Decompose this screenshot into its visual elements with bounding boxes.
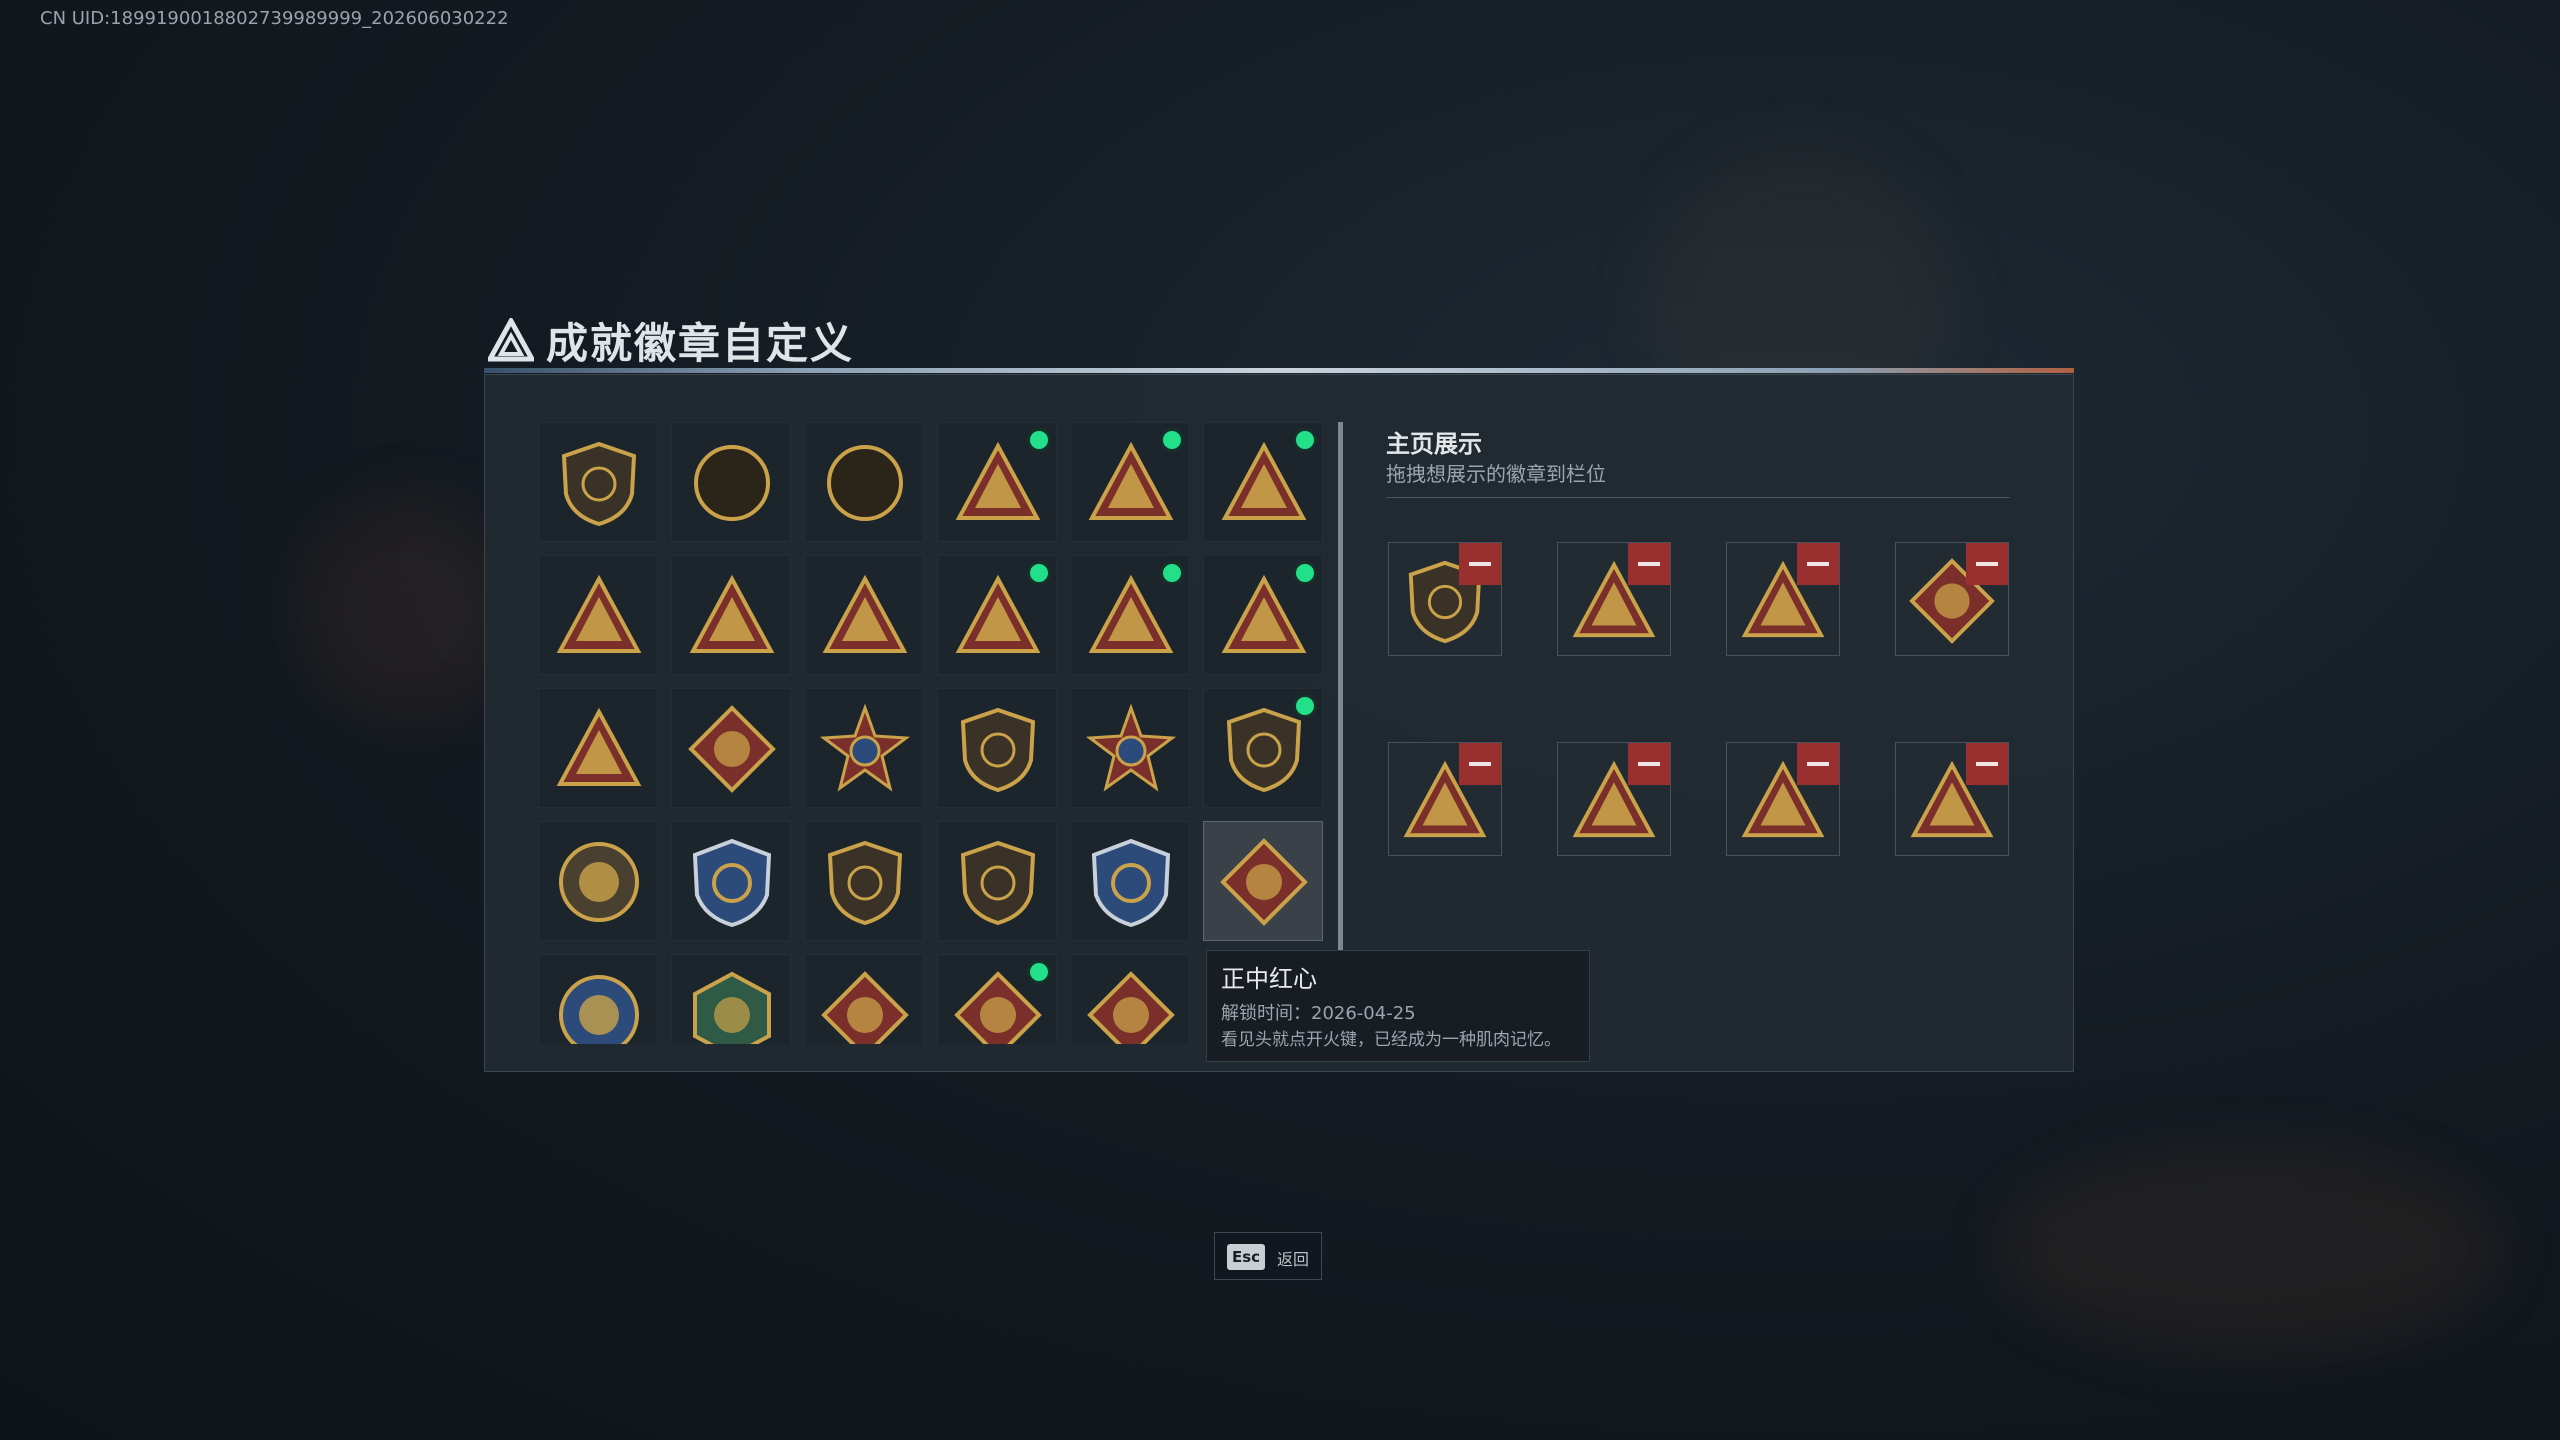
triangle-boat-badge-icon <box>689 574 775 653</box>
display-divider <box>1386 497 2010 498</box>
tooltip-badge-name: 正中红心 <box>1221 965 1317 993</box>
badge-cell[interactable] <box>804 688 924 808</box>
new-badge-dot <box>1163 431 1181 449</box>
display-slot[interactable] <box>1726 542 1840 656</box>
badge-cell[interactable] <box>937 821 1057 941</box>
shield-delta-badge-icon <box>561 441 637 527</box>
remove-badge-button[interactable] <box>1628 743 1670 785</box>
new-badge-dot <box>1296 697 1314 715</box>
tooltip-description: 看见头就点开火键，已经成为一种肌肉记忆。 <box>1221 1030 1561 1050</box>
display-title: 主页展示 <box>1386 430 1482 458</box>
remove-badge-button[interactable] <box>1797 743 1839 785</box>
badge-cell[interactable] <box>1203 422 1323 542</box>
new-badge-dot <box>1296 564 1314 582</box>
badge-cell[interactable] <box>937 954 1057 1044</box>
triangle-s7-badge-icon <box>1088 441 1174 520</box>
display-slot[interactable] <box>1895 742 2009 856</box>
remove-badge-button[interactable] <box>1966 543 2008 585</box>
badge-cell[interactable] <box>1070 555 1190 675</box>
badge-cell[interactable] <box>671 688 791 808</box>
badge-cell[interactable] <box>804 821 924 941</box>
stars-crest-badge-icon <box>1086 704 1176 792</box>
remove-badge-button[interactable] <box>1628 543 1670 585</box>
badge-cell[interactable] <box>937 555 1057 675</box>
shield-crossed-badge-icon <box>960 840 1036 926</box>
triangle-eagle-badge-icon <box>556 707 642 786</box>
triangle-number-one-badge-icon <box>822 574 908 653</box>
diamond-runner-badge-icon <box>1087 971 1175 1044</box>
badge-cell[interactable] <box>937 422 1057 542</box>
display-slot[interactable] <box>1388 742 1502 856</box>
display-slot[interactable] <box>1895 542 2009 656</box>
triangle-bag-badge-icon <box>955 574 1041 653</box>
display-slot[interactable] <box>1388 542 1502 656</box>
new-badge-dot <box>1296 431 1314 449</box>
new-badge-dot <box>1030 963 1048 981</box>
sword-wings-shield-badge-icon <box>827 445 903 521</box>
triangle-rocket-badge-icon <box>1221 574 1307 653</box>
badge-cell[interactable] <box>538 688 658 808</box>
badge-cell[interactable] <box>804 422 924 542</box>
badge-cell[interactable] <box>671 821 791 941</box>
badge-cell[interactable] <box>538 821 658 941</box>
remove-badge-button[interactable] <box>1966 743 2008 785</box>
circle-skull-badge-icon <box>559 842 639 922</box>
green-dragon-badge-icon <box>693 971 771 1044</box>
shield-flame-badge-icon <box>960 707 1036 793</box>
helicopter-shield-badge-icon <box>694 445 770 521</box>
badge-cell[interactable] <box>1070 422 1190 542</box>
triangle-tank-badge-icon <box>556 574 642 653</box>
background-glow <box>2000 1150 2500 1350</box>
display-subtitle: 拖拽想展示的徽章到栏位 <box>1386 462 1606 486</box>
display-slot[interactable] <box>1557 742 1671 856</box>
new-badge-dot <box>1163 564 1181 582</box>
badge-cell[interactable] <box>671 555 791 675</box>
shield-gem-badge-icon <box>1226 707 1302 793</box>
star-medal-badge-icon <box>820 704 910 792</box>
blue-gold-crest-badge-icon <box>1091 838 1171 927</box>
badge-cell[interactable] <box>538 422 658 542</box>
display-slot[interactable] <box>1557 542 1671 656</box>
diamond-wolf-badge-icon <box>1220 838 1308 926</box>
shield-rifle-badge-icon <box>827 840 903 926</box>
remove-badge-button[interactable] <box>1797 543 1839 585</box>
badge-cell[interactable] <box>538 954 658 1044</box>
triangle-s8-badge-icon <box>1221 441 1307 520</box>
triangle-s6-badge-icon <box>955 441 1041 520</box>
uid-label: CN UID:1899190018802739989999_2026060302… <box>40 8 509 29</box>
badge-cell[interactable] <box>937 688 1057 808</box>
diamond-dragon-badge-icon <box>821 971 909 1044</box>
circle-eagle-badge-icon <box>559 975 639 1044</box>
delta-logo-icon <box>488 318 534 362</box>
page-title: 成就徽章自定义 <box>546 319 855 368</box>
remove-badge-button[interactable] <box>1459 743 1501 785</box>
back-label: 返回 <box>1277 1250 1310 1269</box>
badge-cell[interactable] <box>1203 688 1323 808</box>
badge-cell[interactable] <box>1070 954 1190 1044</box>
badge-cell[interactable] <box>1070 821 1190 941</box>
badge-cell[interactable] <box>804 954 924 1044</box>
new-badge-dot <box>1030 431 1048 449</box>
tooltip-unlock-date: 解锁时间：2026-04-25 <box>1221 1003 1416 1024</box>
badge-cell[interactable] <box>1203 821 1323 941</box>
badge-cell[interactable] <box>538 555 658 675</box>
badge-cell[interactable] <box>671 422 791 542</box>
remove-badge-button[interactable] <box>1459 543 1501 585</box>
grid-scrollbar[interactable] <box>1338 422 1343 950</box>
back-button[interactable]: Esc 返回 <box>1214 1232 1322 1280</box>
title-divider <box>484 368 2074 373</box>
blue-rifle-crest-badge-icon <box>692 838 772 927</box>
badge-cell[interactable] <box>671 954 791 1044</box>
badge-tooltip: 正中红心 解锁时间：2026-04-25 看见头就点开火键，已经成为一种肌肉记忆… <box>1206 950 1590 1062</box>
new-badge-dot <box>1030 564 1048 582</box>
display-slot[interactable] <box>1726 742 1840 856</box>
badge-cell[interactable] <box>804 555 924 675</box>
diamond-crystal-badge-icon <box>688 705 776 793</box>
badge-cell[interactable] <box>1203 555 1323 675</box>
triangle-soldier-badge-icon <box>1088 574 1174 653</box>
badge-cell[interactable] <box>1070 688 1190 808</box>
esc-key-icon: Esc <box>1227 1244 1265 1270</box>
diamond-dragon-badge-2-icon <box>954 971 1042 1044</box>
